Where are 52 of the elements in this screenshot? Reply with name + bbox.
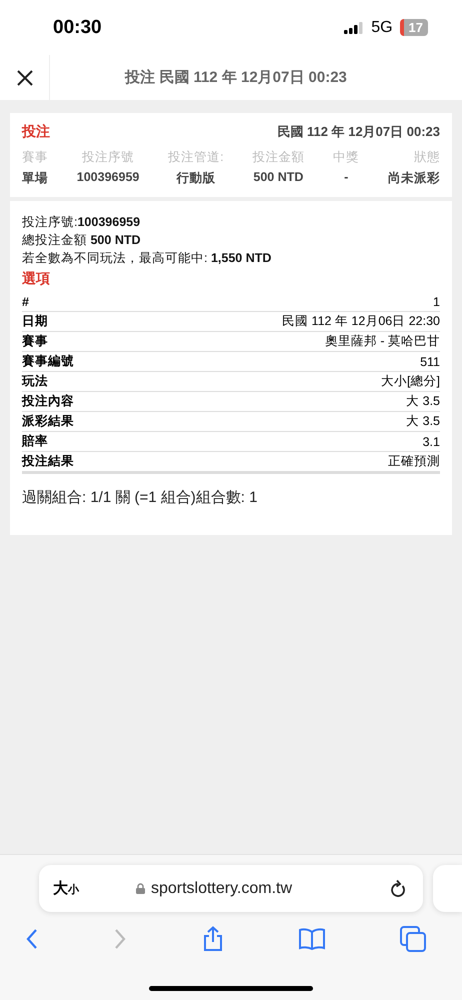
info-line: 投注序號:100396959	[22, 214, 142, 231]
network-label: 5G	[371, 18, 393, 36]
tabs-icon[interactable]	[400, 926, 426, 952]
row-label: 賠率	[22, 433, 48, 450]
column-value: 行動版	[176, 170, 216, 187]
row-value: 511	[420, 354, 440, 368]
column-label: 投注金額	[252, 149, 304, 166]
address-bar[interactable]: 大小 sportslottery.com.tw	[39, 865, 423, 912]
row-value: 1	[433, 294, 440, 308]
row-label: 賽事	[22, 333, 48, 350]
back-icon[interactable]	[25, 928, 39, 950]
row-label: 投注內容	[22, 393, 74, 410]
section-title: 選項	[22, 270, 51, 288]
page-title: 投注 民國 112 年 12月07日 00:23	[124, 68, 348, 87]
column-value: 單場	[22, 170, 48, 187]
bet-date: 民國 112 年 12月07日 00:23	[277, 123, 440, 141]
status-time: 00:30	[53, 16, 102, 38]
info-line: 若全數為不同玩法，最高可能中: 1,550 NTD	[22, 250, 272, 267]
column-label: 賽事	[22, 149, 48, 166]
reload-icon[interactable]	[388, 878, 407, 898]
row-label: 賽事編號	[22, 353, 74, 370]
combination-text: 過關組合: 1/1 關 (=1 組合)組合數: 1	[22, 488, 258, 507]
column-value: -	[344, 170, 348, 184]
text-size-button[interactable]: 大小	[53, 879, 79, 898]
row-value: 3.1	[422, 434, 440, 448]
battery-indicator: 17	[400, 19, 428, 36]
row-label: 投注結果	[22, 453, 74, 470]
row-value: 大 3.5	[406, 393, 440, 410]
row-label: 派彩結果	[22, 413, 74, 430]
column-value: 100396959	[76, 170, 140, 184]
close-icon	[16, 68, 34, 86]
row-label: #	[22, 294, 29, 308]
column-value: 尚未派彩	[388, 170, 440, 187]
share-icon[interactable]	[202, 926, 224, 952]
card-title: 投注	[22, 123, 50, 141]
row-label: 玩法	[22, 373, 48, 390]
column-label: 狀態	[414, 149, 440, 166]
row-value: 正確預測	[388, 453, 440, 470]
book-icon[interactable]	[298, 928, 326, 950]
column-label: 投注管道:	[168, 149, 224, 166]
signal-icon	[344, 22, 364, 34]
row-value: 大 3.5	[406, 413, 440, 430]
info-line: 總投注金額 500 NTD	[22, 232, 142, 249]
column-value: 500 NTD	[253, 170, 304, 184]
url-text: sportslottery.com.tw	[150, 880, 292, 898]
row-value: 奧里薩邦 - 莫哈巴甘	[324, 333, 440, 350]
row-label: 日期	[22, 313, 48, 330]
lock-icon	[136, 883, 145, 894]
row-value: 民國 112 年 12月06日 22:30	[282, 313, 440, 330]
column-label: 中獎	[333, 149, 360, 166]
column-label: 投注序號	[82, 149, 134, 166]
row-value: 大小[總分]	[381, 373, 440, 390]
